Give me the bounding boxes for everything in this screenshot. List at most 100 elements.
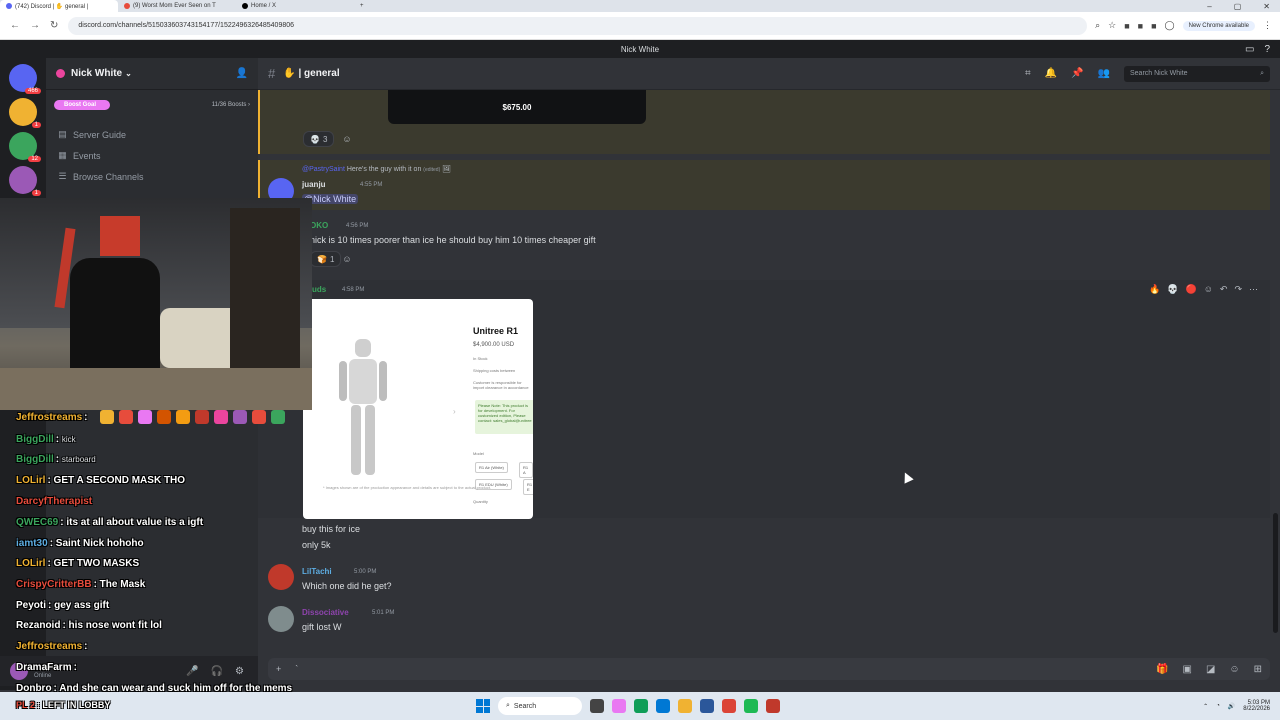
chat-message: BiggDill: starboard	[16, 454, 96, 465]
taskbar-search-label: Search	[513, 702, 537, 710]
message-list[interactable]: $675.00 💀 3 ☺ @PastrySaint Here's the guy…	[258, 90, 1270, 656]
reload-icon[interactable]: ↻	[50, 20, 58, 31]
scrollbar[interactable]	[1273, 513, 1278, 633]
menu-icon[interactable]: ⋮	[1263, 20, 1272, 31]
emote-icon	[214, 410, 228, 424]
chat-text: :	[55, 434, 60, 445]
gif-icon[interactable]: ▣	[1182, 664, 1191, 675]
more-icon[interactable]: ⋯	[1249, 284, 1258, 295]
home-button[interactable]: 466	[9, 64, 41, 94]
product-image[interactable]: › Unitree R1 $4,900.00 USD In Stock Ship…	[303, 299, 533, 519]
book-icon: ▤	[58, 129, 67, 139]
help-icon[interactable]: ?	[1264, 44, 1270, 55]
channel-name: ✋ | general	[283, 68, 340, 79]
chat-text: :	[84, 412, 88, 423]
edge-icon[interactable]	[634, 699, 648, 713]
forward-icon[interactable]: ↷	[1234, 284, 1242, 295]
add-reaction-icon[interactable]: ☺	[1204, 284, 1213, 294]
reaction-bread[interactable]: 🍞 1	[310, 251, 342, 267]
sidebar-item-server-guide[interactable]: ▤ Server Guide	[46, 124, 258, 145]
browser-tab-discord[interactable]: (742) Discord | ✋ general |	[0, 0, 118, 12]
chat-message: LOLirl: GET TWO MASKS	[16, 558, 139, 569]
message-content: nick is 10 times poorer than ice he shou…	[310, 235, 596, 245]
chat-text: : its at all about value its a igft	[60, 517, 204, 528]
chat-text: :	[84, 641, 88, 652]
message-composer[interactable]: + ` 🎁 ▣ ◪ ☺ ⊞	[268, 658, 1270, 680]
extension-icon[interactable]: ■	[1138, 21, 1143, 31]
inbox-icon[interactable]: ▭	[1245, 44, 1254, 55]
spotify-icon[interactable]	[744, 699, 758, 713]
add-reaction-icon[interactable]: ☺	[339, 251, 355, 267]
minimize-button[interactable]: –	[1207, 2, 1211, 11]
url-field[interactable]: discord.com/channels/515033603743154177/…	[68, 16, 1088, 35]
message-username[interactable]: OKO	[310, 221, 328, 230]
address-bar-row: ← → ↻ discord.com/channels/5150336037431…	[0, 12, 1280, 40]
message-username[interactable]: uds	[312, 285, 326, 294]
server-icon[interactable]: 1	[9, 166, 41, 196]
discord-favicon-icon	[6, 3, 12, 9]
sidebar-item-browse-channels[interactable]: ☰ Browse Channels	[46, 166, 258, 187]
extension-icon[interactable]: ■	[1124, 21, 1129, 31]
wifi-icon[interactable]: ◔	[1216, 703, 1220, 709]
add-reaction-icon[interactable]: ☺	[339, 131, 355, 147]
search-icon: ⌕	[506, 702, 510, 709]
chrome-update-button[interactable]: New Chrome available	[1182, 20, 1255, 31]
maximize-button[interactable]: ▢	[1234, 2, 1242, 11]
explorer-icon[interactable]	[656, 699, 670, 713]
emoji-icon[interactable]: ☺	[1229, 664, 1239, 675]
chrome-icon[interactable]	[722, 699, 736, 713]
extension-icon[interactable]: ■	[1151, 21, 1156, 31]
search-input[interactable]: Search Nick White ⌕	[1124, 65, 1270, 82]
browser-tab-x[interactable]: Home / X	[236, 0, 354, 12]
guild-name: Nick White	[71, 68, 123, 79]
obs-icon[interactable]	[766, 699, 780, 713]
reply-icon[interactable]: ↶	[1220, 284, 1228, 295]
pin-icon[interactable]: 📌	[1071, 68, 1083, 79]
chevron-up-icon[interactable]: ⌃	[1203, 703, 1208, 710]
taskbar-clock[interactable]: 5:03 PM 8/22/2026	[1243, 700, 1270, 712]
boost-count: 11/36 Boosts ›	[211, 102, 250, 108]
chat-message: DarcyfTherapist	[16, 496, 94, 507]
app-icon[interactable]	[612, 699, 626, 713]
taskbar-search[interactable]: ⌕ Search	[498, 697, 582, 715]
volume-icon[interactable]: 🔊	[1228, 703, 1235, 710]
store-icon[interactable]	[700, 699, 714, 713]
bookmark-star-icon[interactable]: ☆	[1108, 20, 1116, 31]
sticker-icon[interactable]: ◪	[1206, 664, 1215, 675]
invite-people-icon[interactable]: 👤	[236, 68, 248, 79]
skull-reaction-icon[interactable]: 💀	[1167, 284, 1178, 295]
server-icon[interactable]: 12	[9, 132, 41, 162]
product-option: R1 Air (White)	[475, 462, 508, 473]
bell-icon[interactable]: 🔔	[1045, 68, 1057, 79]
red-reaction-icon[interactable]: 🔴	[1185, 284, 1196, 295]
windows-start-icon[interactable]	[476, 699, 490, 713]
browser-tab-video[interactable]: (9) Worst Mom Ever Seen on T	[118, 0, 236, 12]
gift-icon[interactable]: 🎁	[1156, 664, 1168, 675]
zoom-icon[interactable]: ⌕	[1095, 20, 1100, 31]
home-badge: 466	[24, 88, 41, 94]
boost-goal[interactable]: Boost Goal 11/36 Boosts ›	[54, 98, 250, 112]
guild-header[interactable]: Nick White ⌄ 👤	[46, 58, 258, 90]
reply-preview[interactable]: @PastrySaint Here's the guy with it on (…	[302, 165, 451, 173]
fire-reaction-icon[interactable]: 🔥	[1149, 284, 1160, 295]
task-view-icon[interactable]	[590, 699, 604, 713]
member-list-icon[interactable]: 👥	[1098, 68, 1110, 79]
windows-taskbar: PL 2: LEFT IN LOBBY ⌕ Search ⌃ ◔ 🔊 5:03 P…	[0, 692, 1280, 720]
apps-icon[interactable]: ⊞	[1254, 664, 1262, 675]
new-tab-button[interactable]: +	[354, 0, 374, 12]
profile-icon[interactable]: ◯	[1165, 20, 1175, 31]
message-username[interactable]: juanju	[302, 180, 326, 189]
threads-icon[interactable]: ⌗	[1025, 68, 1031, 79]
folder-icon[interactable]	[678, 699, 692, 713]
reaction-skull[interactable]: 💀 3	[303, 131, 335, 147]
chat-username: iamt30	[16, 538, 48, 549]
sidebar-item-events[interactable]: ▦ Events	[46, 145, 258, 166]
back-icon[interactable]: ←	[10, 20, 20, 31]
robot-image	[333, 339, 393, 479]
chevron-down-icon: ⌄	[125, 69, 132, 78]
forward-icon[interactable]: →	[30, 20, 40, 31]
server-icon[interactable]: 1	[9, 98, 41, 128]
close-window-button[interactable]: ✕	[1263, 2, 1270, 11]
ghost-channel-label: starboard	[61, 455, 96, 464]
chat-message: BiggDill: kick	[16, 434, 76, 445]
